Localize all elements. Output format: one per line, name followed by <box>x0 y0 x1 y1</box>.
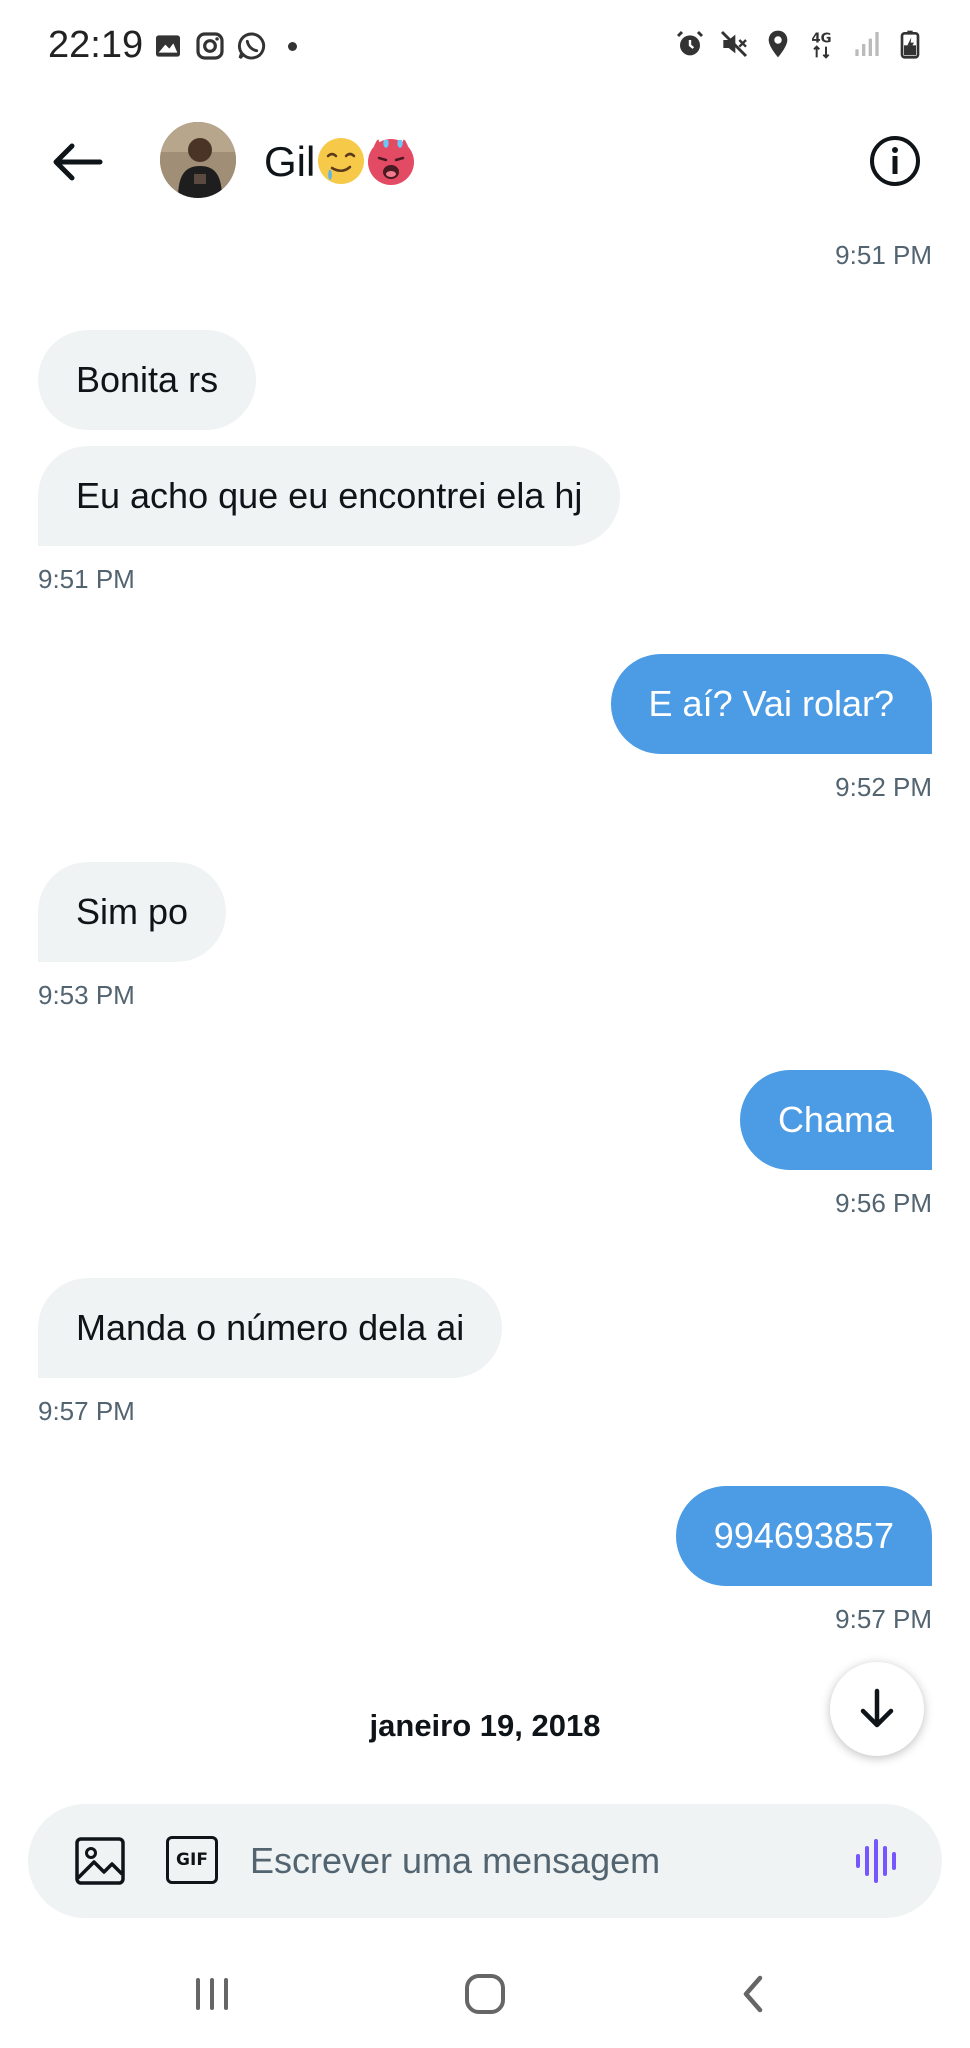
date-separator: janeiro 19, 2018 <box>369 1708 601 1743</box>
contact-name: Gil <box>264 138 316 185</box>
message-composer: GIF <box>28 1804 942 1918</box>
home-icon[interactable] <box>455 1970 515 2018</box>
info-icon[interactable] <box>868 134 922 188</box>
status-right-icons: 4G <box>674 28 926 60</box>
instagram-icon <box>196 32 224 60</box>
avatar-image <box>160 122 236 198</box>
system-navigation-bar <box>0 1930 970 2048</box>
notification-dot <box>288 41 297 51</box>
message-timestamp: 9:53 PM <box>38 980 135 1010</box>
outgoing-message-bubble[interactable]: E aí? Vai rolar? <box>610 654 932 754</box>
signal-icon <box>855 32 879 56</box>
message-timestamp: 9:52 PM <box>835 772 932 802</box>
voice-message-icon[interactable] <box>854 1838 902 1884</box>
incoming-message-bubble[interactable]: Eu acho que eu encontrei ela hj <box>38 446 621 546</box>
scroll-to-bottom-button[interactable] <box>830 1662 924 1756</box>
avatar[interactable] <box>160 122 236 198</box>
battery-charging-icon <box>900 30 920 59</box>
gallery-icon <box>156 35 180 57</box>
alarm-icon <box>676 30 704 56</box>
system-back-icon[interactable] <box>724 1970 784 2018</box>
location-icon <box>768 30 788 58</box>
message-input[interactable] <box>250 1804 850 1918</box>
message-timestamp: 9:57 PM <box>835 1604 932 1634</box>
gif-button[interactable]: GIF <box>166 1836 218 1884</box>
incoming-message-bubble[interactable]: Sim po <box>38 862 227 962</box>
image-icon[interactable] <box>74 1836 126 1886</box>
message-timestamp: 9:51 PM <box>835 240 932 270</box>
network-4g-icon: 4G <box>811 32 832 59</box>
hot-devil-face-emoji <box>368 138 414 185</box>
message-timestamp: 9:57 PM <box>38 1396 135 1426</box>
mute-icon <box>720 30 748 58</box>
conversation-header: Gil <box>0 110 970 214</box>
outgoing-message-bubble[interactable]: 994693857 <box>675 1486 932 1586</box>
status-time: 22:19 <box>48 24 144 66</box>
status-bar: 22:19 4G <box>0 0 970 92</box>
incoming-message-bubble[interactable]: Bonita rs <box>38 330 257 430</box>
drooling-face-emoji <box>318 138 364 184</box>
status-left-icons <box>152 30 297 62</box>
whatsapp-icon <box>237 32 266 60</box>
message-timestamp: 9:51 PM <box>38 564 135 594</box>
message-timestamp: 9:56 PM <box>835 1188 932 1218</box>
network-label: 4G <box>811 32 831 47</box>
outgoing-message-bubble[interactable]: Chama <box>739 1070 932 1170</box>
recent-apps-icon[interactable] <box>182 1970 242 2018</box>
arrow-down-icon <box>860 1688 894 1728</box>
back-arrow-icon[interactable] <box>48 140 106 184</box>
incoming-message-bubble[interactable]: Manda o número dela ai <box>38 1278 503 1378</box>
